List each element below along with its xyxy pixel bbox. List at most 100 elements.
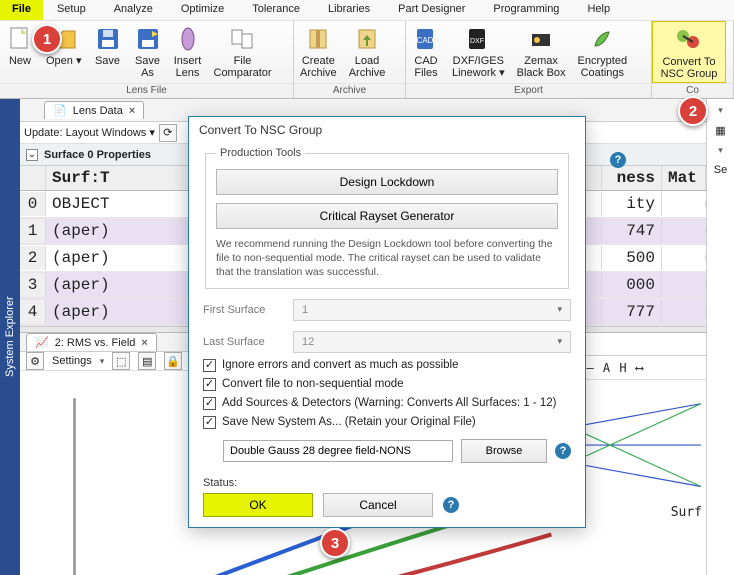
- chevron-down-icon[interactable]: ▾: [718, 145, 723, 156]
- refresh-icon[interactable]: ⟳: [159, 124, 177, 142]
- last-surface-label: Last Surface: [203, 336, 283, 348]
- chk-convert-nonseq[interactable]: ✓: [203, 378, 216, 391]
- chart-icon: 📈: [35, 336, 49, 349]
- ribbon-save[interactable]: Save: [88, 21, 128, 83]
- cell[interactable]: 747: [602, 219, 662, 243]
- menu-tolerance[interactable]: Tolerance: [238, 0, 314, 20]
- toolbar-btn[interactable]: ⬚: [112, 352, 130, 370]
- ribbon-group-export: Export: [406, 83, 651, 98]
- ribbon-insertlens[interactable]: Insert Lens: [168, 21, 208, 83]
- ribbon-cadfiles[interactable]: CADCAD Files: [406, 21, 446, 83]
- cell[interactable]: [662, 201, 706, 207]
- help-icon[interactable]: ?: [443, 497, 459, 513]
- cell[interactable]: 777: [602, 300, 662, 324]
- callout-2: 2: [678, 96, 708, 126]
- callout-1: 1: [32, 24, 62, 54]
- dialog-title: Convert To NSC Group: [189, 117, 585, 143]
- production-tools-group: Production Tools Design Lockdown Critica…: [205, 147, 569, 289]
- callout-3: 3: [320, 528, 350, 558]
- gear-icon[interactable]: ⚙: [26, 352, 44, 370]
- tab-lens-data-label: Lens Data: [73, 105, 123, 117]
- col-ness: ness: [602, 166, 662, 190]
- production-tools-legend: Production Tools: [216, 147, 305, 159]
- close-icon[interactable]: ×: [141, 337, 147, 349]
- chevron-down-icon[interactable]: ▾: [718, 105, 723, 116]
- chk-convert-nonseq-label: Convert file to non-sequential mode: [222, 378, 404, 390]
- layout-toolbar[interactable]: ✦ — A H ⟷: [566, 356, 706, 380]
- right-sidebar: ▾ ▦ ▾ Se: [706, 99, 734, 575]
- save-filename-input[interactable]: [223, 440, 453, 462]
- close-icon[interactable]: ×: [129, 105, 135, 117]
- cell[interactable]: [662, 282, 706, 288]
- cancel-button[interactable]: Cancel: [323, 493, 433, 517]
- chk-ignore-errors-label: Ignore errors and convert as much as pos…: [222, 359, 459, 371]
- ribbon-saveas[interactable]: Save As: [128, 21, 168, 83]
- status-label: Status:: [203, 477, 571, 489]
- convert-nsc-dialog: Convert To NSC Group Production Tools De…: [188, 116, 586, 528]
- ok-button[interactable]: OK: [203, 493, 313, 517]
- cell[interactable]: 500: [602, 246, 662, 270]
- menu-optimize[interactable]: Optimize: [167, 0, 238, 20]
- ribbon: New Open ▾ Save Save As Insert Lens File…: [0, 21, 734, 99]
- ribbon-group-archive: Archive: [294, 83, 405, 98]
- menu-setup[interactable]: Setup: [43, 0, 100, 20]
- menu-file[interactable]: File: [0, 0, 43, 20]
- tab-rms-label: 2: RMS vs. Field: [55, 337, 136, 349]
- ribbon-group-lensfile: Lens File: [0, 83, 293, 98]
- cell[interactable]: ity: [602, 192, 662, 216]
- expand-properties[interactable]: ⌄: [26, 149, 38, 161]
- system-explorer-tab[interactable]: System Explorer: [0, 99, 20, 575]
- layout-canvas: Surf: [566, 380, 706, 522]
- lens-icon: 📄: [53, 104, 67, 117]
- cell[interactable]: [662, 255, 706, 261]
- cell[interactable]: 000: [602, 273, 662, 297]
- chk-add-sources[interactable]: ✓: [203, 397, 216, 410]
- menu-partdesigner[interactable]: Part Designer: [384, 0, 479, 20]
- svg-text:DXF: DXF: [470, 38, 484, 45]
- toolbar-btn[interactable]: ▤: [138, 352, 156, 370]
- settings-icon[interactable]: Se: [714, 164, 727, 176]
- menu-help[interactable]: Help: [573, 0, 624, 20]
- ribbon-loadarchive[interactable]: Load Archive: [343, 21, 392, 83]
- tab-rms-field[interactable]: 📈 2: RMS vs. Field ×: [26, 333, 157, 351]
- first-surface-label: First Surface: [203, 304, 283, 316]
- help-icon[interactable]: ?: [555, 443, 571, 459]
- ribbon-filecomparator[interactable]: File Comparator: [208, 21, 278, 83]
- tab-lens-data[interactable]: 📄 Lens Data ×: [44, 101, 144, 119]
- critical-rayset-button[interactable]: Critical Rayset Generator: [216, 203, 558, 229]
- chk-save-new[interactable]: ✓: [203, 416, 216, 429]
- row-idx[interactable]: 0: [20, 192, 46, 216]
- design-lockdown-button[interactable]: Design Lockdown: [216, 169, 558, 195]
- help-icon[interactable]: ?: [610, 152, 626, 168]
- menu-libraries[interactable]: Libraries: [314, 0, 384, 20]
- ribbon-convert-nsc[interactable]: Convert To NSC Group: [652, 21, 726, 83]
- col-mat: Mat: [662, 166, 706, 190]
- browse-button[interactable]: Browse: [461, 439, 547, 463]
- cell[interactable]: [662, 309, 706, 315]
- svg-text:CAD: CAD: [417, 36, 434, 45]
- toolbar-btn[interactable]: 🔒: [164, 352, 182, 370]
- row-idx[interactable]: 2: [20, 246, 46, 270]
- row-idx[interactable]: 4: [20, 300, 46, 324]
- cell[interactable]: [662, 228, 706, 234]
- menubar: File Setup Analyze Optimize Tolerance Li…: [0, 0, 734, 21]
- ribbon-dxfiges[interactable]: DXFDXF/IGES Linework ▾: [446, 21, 511, 83]
- chk-save-new-label: Save New System As... (Retain your Origi…: [222, 416, 476, 428]
- grid-icon[interactable]: ▦: [715, 124, 725, 137]
- first-surface-select[interactable]: 1▾: [293, 299, 571, 321]
- row-idx[interactable]: 3: [20, 273, 46, 297]
- chk-ignore-errors[interactable]: ✓: [203, 359, 216, 372]
- last-surface-select[interactable]: 12▾: [293, 331, 571, 353]
- row-idx[interactable]: 1: [20, 219, 46, 243]
- surface-properties-label: Surface 0 Properties: [44, 149, 151, 161]
- chk-add-sources-label: Add Sources & Detectors (Warning: Conver…: [222, 397, 557, 409]
- menu-analyze[interactable]: Analyze: [100, 0, 167, 20]
- update-layout-dropdown[interactable]: Update: Layout Windows ▾: [24, 126, 155, 139]
- ribbon-blackbox[interactable]: Zemax Black Box: [511, 21, 572, 83]
- surf-label: Surf: [671, 505, 702, 520]
- menu-programming[interactable]: Programming: [479, 0, 573, 20]
- ribbon-encryptedcoatings[interactable]: Encrypted Coatings: [572, 21, 634, 83]
- settings-label[interactable]: Settings: [52, 355, 92, 367]
- recommend-text: We recommend running the Design Lockdown…: [216, 237, 558, 280]
- ribbon-createarchive[interactable]: Create Archive: [294, 21, 343, 83]
